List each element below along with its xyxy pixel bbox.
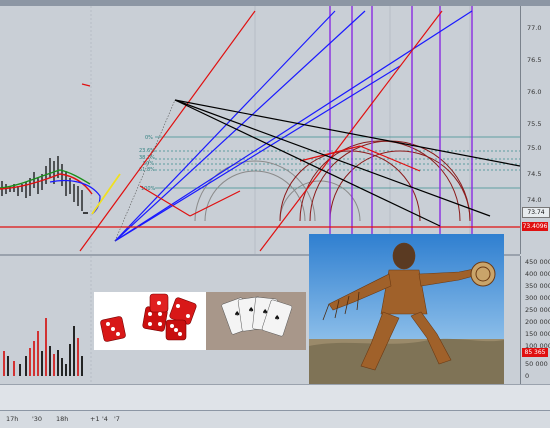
chart-scrollbar[interactable] — [0, 384, 550, 411]
price-pane-drawing: 0% 23.6% 38.2% 50% 61.8% 100% — [0, 6, 520, 254]
price-tick: 76.0 — [527, 88, 542, 96]
volume-highlight-tag: 85 365 — [522, 348, 548, 357]
time-tick: '7 — [114, 415, 120, 423]
price-tick: 77.0 — [527, 24, 542, 32]
volume-tick: 0 — [525, 372, 530, 380]
volume-tick: 150 000 — [525, 330, 550, 338]
price-tick: 75.0 — [527, 144, 542, 152]
svg-text:♠: ♠ — [262, 308, 268, 316]
time-tick: '4 — [102, 415, 108, 423]
time-tick: 18h — [56, 415, 69, 423]
price-tick: 76.5 — [527, 56, 542, 64]
price-pane[interactable]: 0% 23.6% 38.2% 50% 61.8% 100% — [0, 6, 520, 256]
volume-tick: 350 000 — [525, 282, 550, 290]
svg-text:♠: ♠ — [274, 314, 280, 322]
price-tick: 74.5 — [527, 170, 542, 178]
volume-tick: 250 000 — [525, 306, 550, 314]
dice-image — [94, 292, 206, 350]
fib-label-618: 61.8% — [139, 167, 155, 173]
fib-label-0: 0% — [145, 135, 153, 141]
moving-average-yellow — [91, 173, 121, 215]
volume-tick: 50 000 — [525, 360, 548, 368]
time-tick: 17h — [6, 415, 19, 423]
trading-chart-window: 0% 23.6% 38.2% 50% 61.8% 100% 77.0 76.5 … — [0, 0, 550, 428]
moving-average-blue — [49, 179, 101, 215]
time-tick: +1 — [90, 415, 100, 423]
price-tick: 74.0 — [527, 196, 542, 204]
dancing-man-image — [309, 234, 504, 384]
price-bars — [1, 156, 83, 211]
line-price-tag: 73.4096 — [522, 222, 548, 231]
price-tick: 75.5 — [527, 120, 542, 128]
volume-tick: 300 000 — [525, 294, 550, 302]
time-tick: '30 — [32, 415, 43, 423]
volume-tick: 450 000 — [525, 258, 550, 266]
last-price-tag: 73.74 — [522, 207, 550, 218]
volume-tick: 200 000 — [525, 318, 550, 326]
playing-cards-image: ♠ ♠ ♠ ♠ — [206, 292, 306, 350]
time-axis[interactable]: 17h '30 18h +1 '4 '7 — [0, 410, 550, 428]
svg-text:♠: ♠ — [234, 310, 240, 318]
svg-text:♠: ♠ — [248, 306, 254, 314]
volume-axis[interactable]: 450 000 400 000 350 000 300 000 250 000 … — [520, 256, 550, 384]
volume-tick: 400 000 — [525, 270, 550, 278]
